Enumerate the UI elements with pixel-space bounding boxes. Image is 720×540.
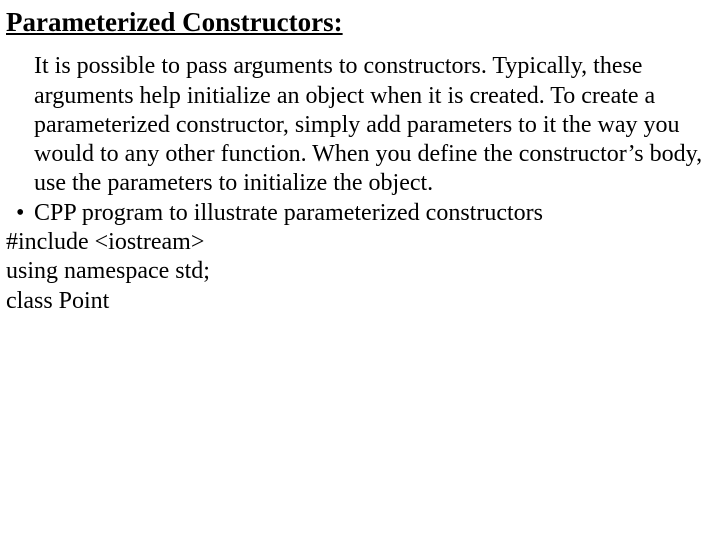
slide-body: It is possible to pass arguments to cons… [6,52,710,315]
slide-title: Parameterized Constructors: [6,6,710,38]
bullet-icon: • [16,199,34,228]
bullet-item: • CPP program to illustrate parameterize… [16,199,704,228]
code-line-2: using namespace std; [6,257,704,286]
bullet-text: CPP program to illustrate parameterized … [34,199,543,228]
slide: Parameterized Constructors: It is possib… [0,0,720,540]
code-line-3: class Point [6,287,704,316]
intro-paragraph: It is possible to pass arguments to cons… [34,52,704,198]
code-line-1: #include <iostream> [6,228,704,257]
